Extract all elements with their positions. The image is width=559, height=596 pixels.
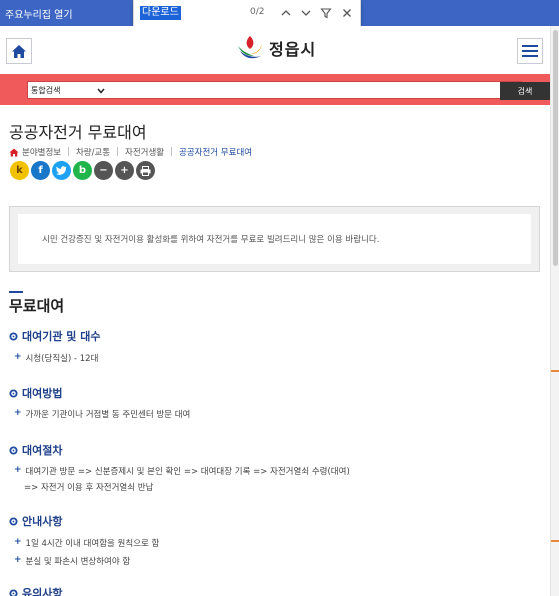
list-item: + 가까운 기관이나 거점별 동 주민센터 방문 대여 (14, 408, 190, 420)
list-item: + 1일 4시간 이내 대여함을 원칙으로 함 (14, 537, 159, 549)
scrollbar[interactable] (550, 26, 559, 596)
breadcrumb-separator: | (67, 147, 70, 157)
plus-icon: + (120, 165, 129, 176)
menu-button[interactable] (517, 38, 543, 64)
breadcrumb-item[interactable]: 분야별정보 (22, 146, 61, 158)
plus-bullet-icon: + (14, 408, 22, 418)
gear-bullet-icon (9, 516, 18, 526)
search-band: 통합검색 검색 (0, 74, 550, 105)
find-next-button[interactable] (297, 4, 315, 22)
find-bar: 다운로드 0/2 (133, 0, 361, 27)
subsection-title: 대여방법 (22, 387, 63, 400)
facebook-icon: f (38, 165, 43, 176)
list-item-text: 1일 4시간 이내 대여함을 원칙으로 함 (25, 539, 160, 549)
chevron-up-icon (281, 10, 291, 16)
search-box: 통합검색 검색 (27, 81, 550, 100)
section-title-accent (9, 291, 23, 293)
find-prev-button[interactable] (277, 4, 295, 22)
print-button[interactable] (136, 161, 155, 180)
logo-mark-icon (238, 36, 262, 59)
gear-bullet-icon (9, 388, 18, 398)
site-logo[interactable]: 정읍시 (234, 34, 316, 62)
band-icon: b (78, 165, 87, 176)
search-scope-label: 통합검색 (31, 86, 61, 95)
list-item-text: 대여기관 방문 => 신분증제시 및 본인 확인 => 대여대장 기록 => 자… (25, 467, 350, 477)
subsection-title: 유의사항 (22, 587, 63, 596)
subsection-title: 대여기관 및 대수 (22, 330, 101, 343)
notice-box: 시민 건강증진 및 자전거이용 활성화를 위하여 자전거를 무료로 빌려드리니 … (9, 206, 540, 272)
list-item: + 시청(당직실) - 12대 (14, 352, 98, 364)
home-icon[interactable] (9, 148, 19, 157)
kakaostory-icon: k (16, 165, 23, 176)
subsection-heading: 대여기관 및 대수 (9, 328, 101, 344)
plus-bullet-icon: + (14, 555, 22, 565)
plus-bullet-icon: + (14, 465, 22, 475)
gear-bullet-icon (9, 331, 18, 341)
share-toolbar: k f b − + (10, 161, 155, 180)
page-title: 공공자전거 무료대여 (9, 123, 147, 142)
band-share-button[interactable]: b (73, 161, 92, 180)
breadcrumb-item[interactable]: 차량/교통 (76, 146, 110, 158)
minus-icon: − (99, 165, 108, 176)
list-item-text: 시청(당직실) - 12대 (25, 354, 99, 364)
print-icon (140, 165, 151, 176)
find-match-marker (551, 370, 559, 372)
notice-inner: 시민 건강증진 및 자전거이용 활성화를 위하여 자전거를 무료로 빌려드리니 … (18, 214, 531, 264)
chevron-down-icon (301, 10, 311, 16)
search-scope-select[interactable]: 통합검색 (31, 84, 105, 97)
find-filter-button[interactable] (317, 4, 335, 22)
section-title: 무료대여 (9, 297, 65, 315)
find-close-button[interactable] (338, 4, 356, 22)
breadcrumb-current: 공공자전거 무료대여 (179, 148, 253, 158)
scrollbar-thumb[interactable] (553, 30, 558, 266)
list-item: + 분실 및 파손시 변상하여야 함 (14, 555, 130, 567)
subsection-heading: 안내사항 (9, 513, 62, 529)
subsection-heading: 유의사항 (9, 585, 62, 596)
subsection-title: 안내사항 (22, 515, 63, 528)
find-match-marker (551, 540, 559, 542)
breadcrumb-separator: | (116, 147, 120, 157)
notice-text: 시민 건강증진 및 자전거이용 활성화를 위하여 자전거를 무료로 빌려드리니 … (42, 235, 380, 245)
filter-icon (320, 8, 332, 19)
kakaostory-share-button[interactable]: k (10, 161, 29, 180)
chevron-down-icon (97, 88, 105, 94)
twitter-share-button[interactable] (52, 161, 71, 180)
facebook-share-button[interactable]: f (31, 161, 50, 180)
home-icon (12, 44, 26, 58)
twitter-icon (56, 166, 67, 175)
zoom-out-button[interactable]: − (94, 161, 113, 180)
home-button[interactable] (6, 38, 32, 64)
site-header: 정읍시 (0, 26, 550, 74)
plus-bullet-icon: + (14, 352, 22, 362)
zoom-in-button[interactable]: + (115, 161, 134, 180)
breadcrumb-separator: | (170, 147, 173, 157)
hamburger-icon (522, 45, 538, 57)
find-input[interactable]: 다운로드 (140, 6, 181, 20)
find-count: 0/2 (250, 7, 265, 17)
skip-link[interactable]: 주요누리집 열기 (5, 6, 73, 21)
gear-bullet-icon (9, 588, 18, 596)
search-input[interactable] (108, 82, 472, 98)
close-icon (343, 9, 351, 17)
logo-text: 정읍시 (269, 40, 317, 59)
list-item: + 대여기관 방문 => 신분증제시 및 본인 확인 => 대여대장 기록 =>… (14, 465, 350, 477)
list-item-continuation: => 자전거 이용 후 자전거열쇠 반납 (24, 483, 154, 493)
subsection-title: 대여절차 (22, 444, 63, 457)
list-item-text: 가까운 기관이나 거점별 동 주민센터 방문 대여 (25, 410, 191, 420)
breadcrumb: 분야별정보 | 차량/교통 | 자전거생활 | 공공자전거 무료대여 (9, 146, 252, 158)
plus-bullet-icon: + (14, 537, 22, 547)
gear-bullet-icon (9, 445, 18, 455)
breadcrumb-item[interactable]: 자전거생활 (125, 146, 164, 158)
subsection-heading: 대여절차 (9, 442, 62, 458)
search-button[interactable]: 검색 (500, 82, 550, 100)
list-item-text: 분실 및 파손시 변상하여야 함 (25, 557, 131, 567)
subsection-heading: 대여방법 (9, 385, 62, 401)
